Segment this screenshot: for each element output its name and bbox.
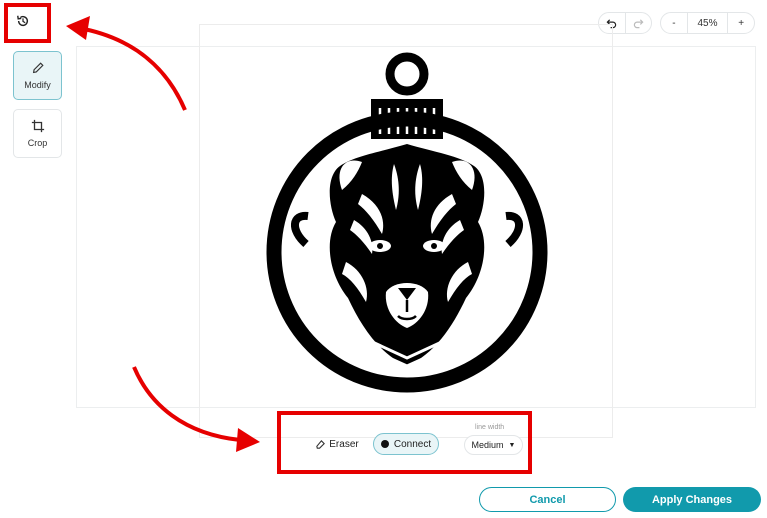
cancel-button[interactable]: Cancel (479, 487, 616, 512)
annotation-arrow-top (66, 16, 260, 452)
apply-changes-button[interactable]: Apply Changes (623, 487, 761, 512)
